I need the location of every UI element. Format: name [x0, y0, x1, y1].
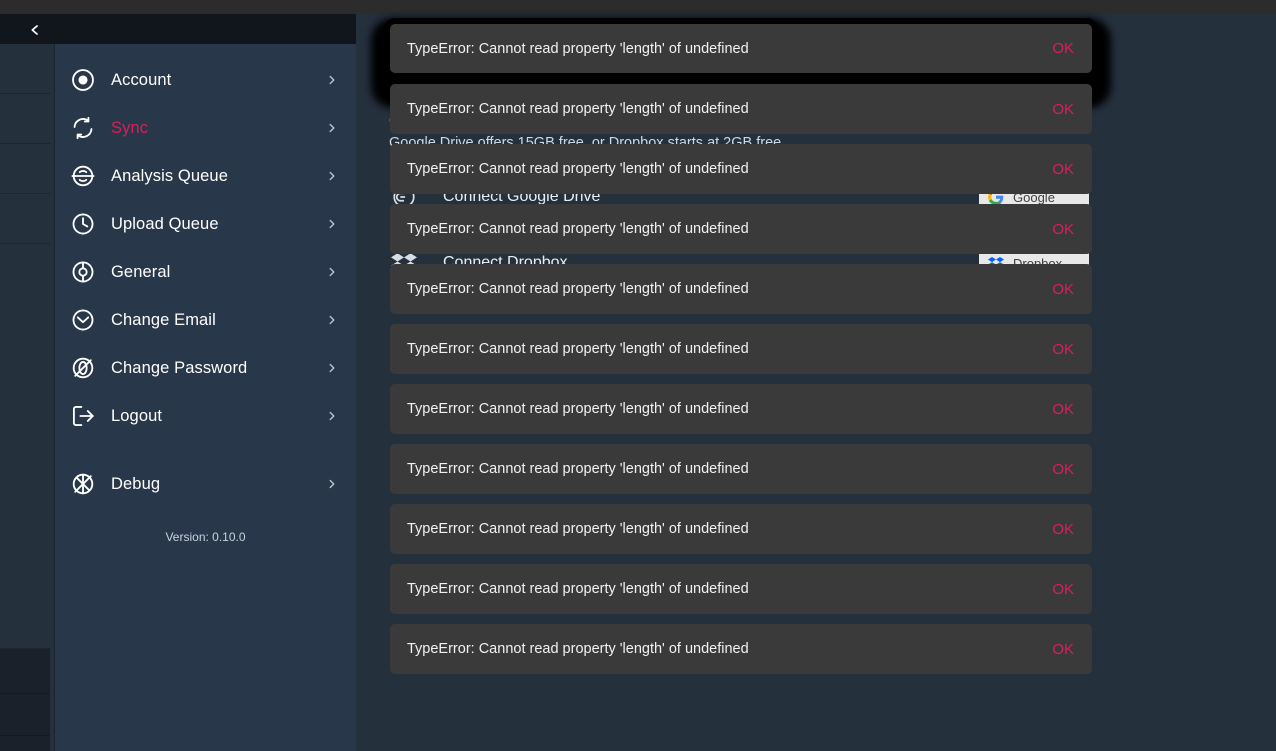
toast-message: TypeError: Cannot read property 'length'… [407, 341, 1036, 357]
sidebar-item-label: Analysis Queue [111, 167, 324, 186]
chevron-right-icon [324, 168, 340, 184]
nav-separator [55, 440, 356, 460]
sidebar-item-logout[interactable]: Logout [55, 392, 356, 440]
account-circle-icon [69, 66, 97, 94]
logout-icon [69, 402, 97, 430]
toast-ok-button[interactable]: OK [1036, 101, 1074, 118]
sidebar-item-label: Account [111, 71, 324, 90]
sidebar-item-upload-queue[interactable]: Upload Queue [55, 200, 356, 248]
change-email-icon [69, 306, 97, 334]
error-toast[interactable]: TypeError: Cannot read property 'length'… [390, 324, 1092, 374]
toast-ok-button[interactable]: OK [1036, 401, 1074, 418]
toast-message: TypeError: Cannot read property 'length'… [407, 221, 1036, 237]
error-toast[interactable]: TypeError: Cannot read property 'length'… [390, 144, 1092, 194]
sidebar-header [0, 14, 356, 44]
toast-ok-button[interactable]: OK [1036, 40, 1074, 57]
sidebar-item-label: Logout [111, 407, 324, 426]
toast-message: TypeError: Cannot read property 'length'… [407, 101, 1036, 117]
error-toast[interactable]: TypeError: Cannot read property 'length'… [390, 264, 1092, 314]
error-toast[interactable]: TypeError: Cannot read property 'length'… [390, 564, 1092, 614]
toast-message: TypeError: Cannot read property 'length'… [407, 41, 1036, 57]
toast-message: TypeError: Cannot read property 'length'… [407, 521, 1036, 537]
chevron-right-icon [324, 408, 340, 424]
sidebar-item-analysis-queue[interactable]: Analysis Queue [55, 152, 356, 200]
error-toast[interactable]: TypeError: Cannot read property 'length'… [390, 504, 1092, 554]
toast-ok-button[interactable]: OK [1036, 221, 1074, 238]
sidebar-item-label: Upload Queue [111, 215, 324, 234]
chevron-right-icon [324, 216, 340, 232]
sidebar-item-sync[interactable]: Sync [55, 104, 356, 152]
chevron-right-icon [324, 72, 340, 88]
left-rail-row[interactable] [0, 694, 50, 736]
toast-ok-button[interactable]: OK [1036, 581, 1074, 598]
toast-message: TypeError: Cannot read property 'length'… [407, 461, 1036, 477]
left-rail-row[interactable] [0, 244, 50, 649]
analysis-queue-icon [69, 162, 97, 190]
chevron-right-icon [324, 120, 340, 136]
left-rail [0, 14, 50, 751]
app-window: Sync Connect a cloud storage provider to… [0, 0, 1276, 751]
left-rail-row[interactable] [0, 649, 50, 694]
toast-message: TypeError: Cannot read property 'length'… [407, 161, 1036, 177]
chevron-right-icon [324, 476, 340, 492]
toast-ok-button[interactable]: OK [1036, 641, 1074, 658]
error-toast[interactable]: TypeError: Cannot read property 'length'… [390, 624, 1092, 674]
chevron-left-icon[interactable] [26, 21, 44, 39]
sidebar-item-change-password[interactable]: Change Password [55, 344, 356, 392]
settings-sidebar: Account Sync Analysis Queue Upload Queue Gen… [54, 44, 356, 751]
sidebar-item-change-email[interactable]: Change Email [55, 296, 356, 344]
sidebar-nav-list: Account Sync Analysis Queue Upload Queue Gen… [55, 44, 356, 508]
clock-icon [69, 210, 97, 238]
error-toast[interactable]: TypeError: Cannot read property 'length'… [390, 204, 1092, 254]
sidebar-item-general[interactable]: General [55, 248, 356, 296]
error-toast[interactable]: TypeError: Cannot read property 'length'… [390, 444, 1092, 494]
left-rail-row[interactable] [0, 94, 50, 144]
error-toast[interactable]: TypeError: Cannot read property 'length'… [390, 84, 1092, 134]
chevron-right-icon [324, 264, 340, 280]
left-rail-row[interactable] [0, 44, 50, 94]
sidebar-item-account[interactable]: Account [55, 56, 356, 104]
sidebar-item-label: Change Password [111, 359, 324, 378]
left-rail-row[interactable] [0, 194, 50, 244]
toast-message: TypeError: Cannot read property 'length'… [407, 281, 1036, 297]
sidebar-item-label: Sync [111, 119, 324, 138]
sidebar-item-label: Debug [111, 475, 324, 494]
toast-ok-button[interactable]: OK [1036, 161, 1074, 178]
toast-message: TypeError: Cannot read property 'length'… [407, 581, 1036, 597]
general-gear-icon [69, 258, 97, 286]
left-rail-row[interactable] [0, 736, 50, 751]
sidebar-item-debug[interactable]: Debug [55, 460, 356, 508]
left-rail-row[interactable] [0, 144, 50, 194]
sidebar-item-label: General [111, 263, 324, 282]
debug-icon [69, 470, 97, 498]
os-title-bar [0, 0, 1276, 14]
version-label: Version: 0.10.0 [55, 530, 356, 544]
toast-ok-button[interactable]: OK [1036, 281, 1074, 298]
chevron-right-icon [324, 360, 340, 376]
chevron-right-icon [324, 312, 340, 328]
toast-ok-button[interactable]: OK [1036, 341, 1074, 358]
toast-ok-button[interactable]: OK [1036, 461, 1074, 478]
error-toast[interactable]: TypeError: Cannot read property 'length'… [390, 24, 1092, 73]
change-password-icon [69, 354, 97, 382]
toast-ok-button[interactable]: OK [1036, 521, 1074, 538]
sidebar-item-label: Change Email [111, 311, 324, 330]
toast-message: TypeError: Cannot read property 'length'… [407, 401, 1036, 417]
sync-icon [69, 114, 97, 142]
error-toast[interactable]: TypeError: Cannot read property 'length'… [390, 384, 1092, 434]
toast-message: TypeError: Cannot read property 'length'… [407, 641, 1036, 657]
